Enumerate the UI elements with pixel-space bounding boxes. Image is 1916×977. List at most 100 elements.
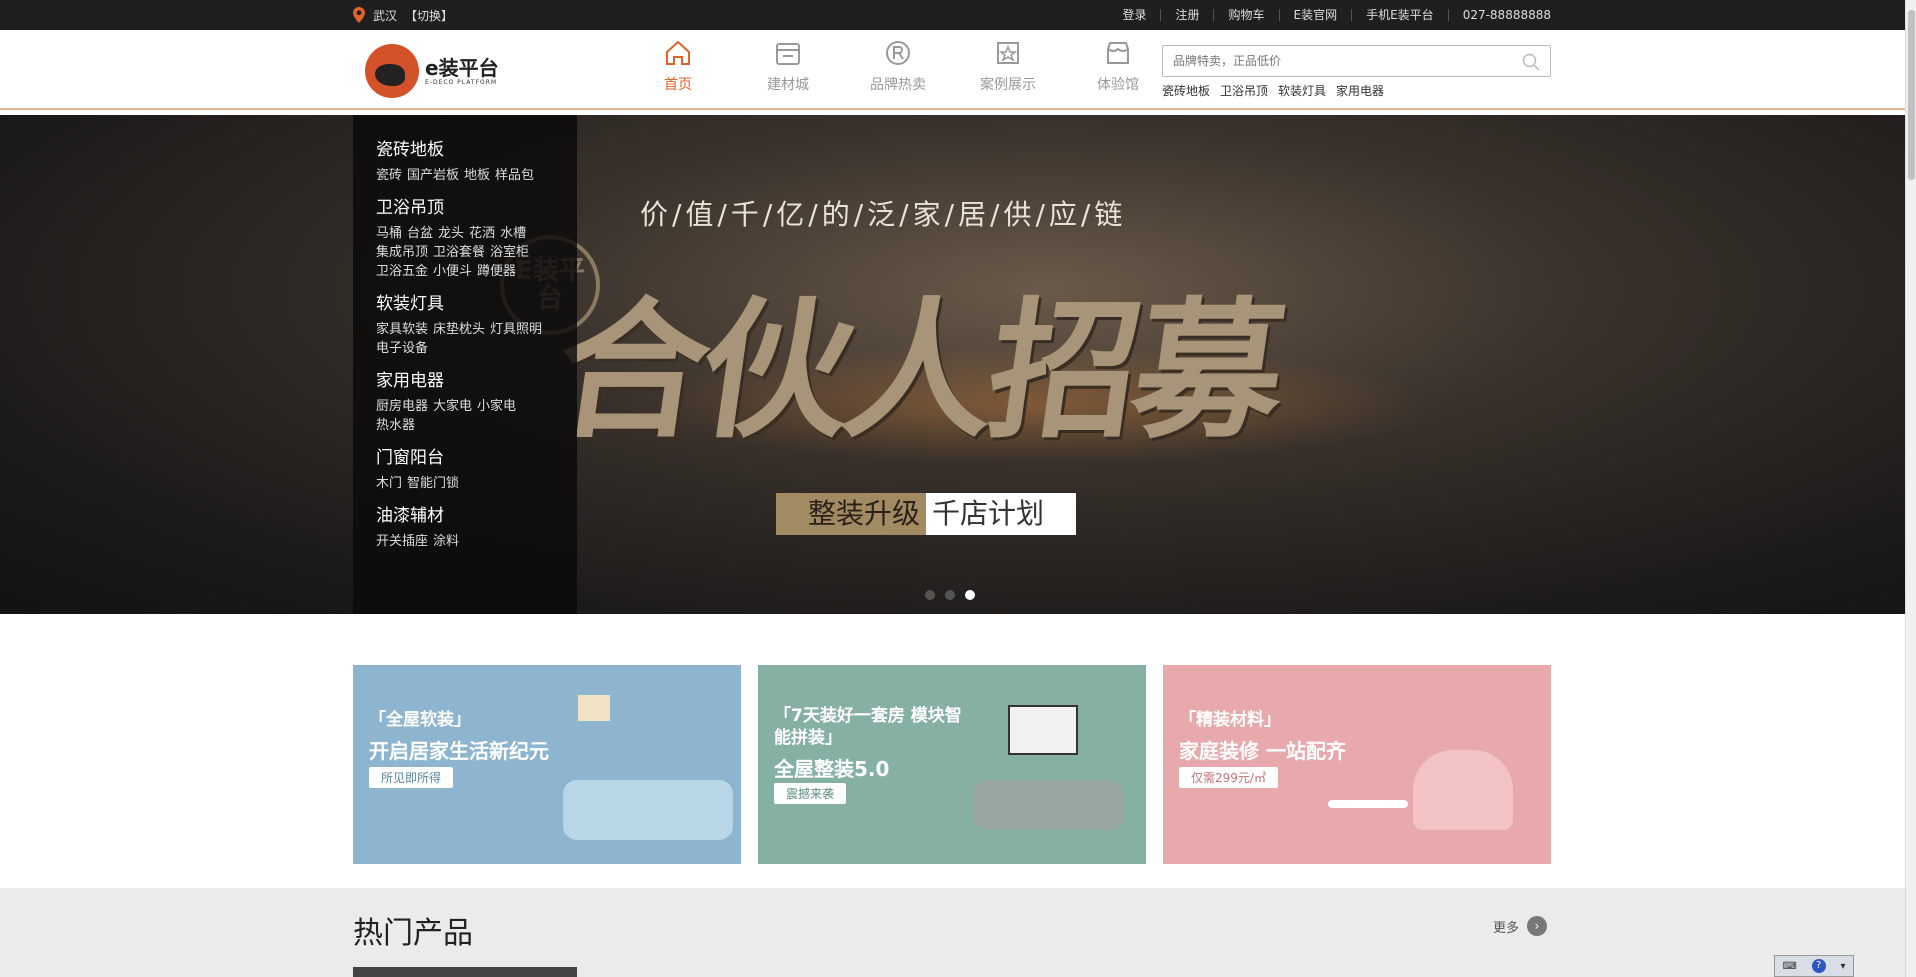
category-subitem[interactable]: 木门 <box>376 474 402 493</box>
register-link[interactable]: 注册 <box>1160 9 1213 21</box>
category-subitem[interactable]: 样品包 <box>495 166 534 185</box>
nav-item-brand[interactable]: 品牌热卖 <box>843 38 953 94</box>
hot-products-section: 热门产品 更多 › <box>0 888 1905 977</box>
scrollbar-thumb[interactable] <box>1908 10 1915 180</box>
promo-title: 「精装材料」 <box>1179 710 1281 730</box>
category-group: 家用电器厨房电器 大家电 小家电热水器 <box>376 366 577 435</box>
search-icon[interactable] <box>1522 53 1540 71</box>
hotword-link[interactable]: 软装灯具 <box>1278 82 1326 99</box>
top-bar: 武汉 【切换】 登录 注册 购物车 E装官网 手机E装平台 027-888888… <box>0 0 1905 30</box>
star-frame-icon <box>997 42 1019 64</box>
page-scrollbar[interactable] <box>1905 0 1916 977</box>
keyboard-icon[interactable]: ⌨ <box>1782 961 1796 972</box>
category-subitem[interactable]: 花洒 <box>469 224 495 243</box>
logo-sub: E-DECO PLATFORM <box>425 78 498 86</box>
hotword-link[interactable]: 家用电器 <box>1336 82 1384 99</box>
lamp-illustration <box>578 695 610 721</box>
category-group: 油漆辅材开关插座 涂料 <box>376 501 577 551</box>
category-subitems: 木门 智能门锁 <box>376 474 561 493</box>
promo-card-soft-furnishing[interactable]: 「全屋软装」 开启居家生活新纪元 所见即所得 <box>353 665 741 864</box>
system-tray: ⌨ ? ▾ <box>1774 955 1854 977</box>
armchair-illustration <box>1413 750 1513 830</box>
promo-title: 「全屋软装」 <box>369 710 471 730</box>
banner-tag-a: 整装升级 <box>776 493 927 535</box>
location-selector[interactable]: 武汉 【切换】 <box>353 0 453 30</box>
location-switch-link[interactable]: 【切换】 <box>405 7 453 24</box>
promo-card-full-decoration[interactable]: 「7天装好一套房 模块智能拼装」 全屋整装5.0 震撼来袭 <box>758 665 1146 864</box>
table-illustration <box>1328 800 1408 808</box>
category-subitem[interactable]: 开关插座 <box>376 532 428 551</box>
category-subitem[interactable]: 小便斗 <box>433 262 472 281</box>
category-subitem[interactable]: 国产岩板 <box>407 166 459 185</box>
nav-item-experience[interactable]: 体验馆 <box>1063 38 1173 94</box>
category-subitem[interactable]: 涂料 <box>433 532 459 551</box>
category-title[interactable]: 家用电器 <box>376 366 577 391</box>
category-subitem[interactable]: 蹲便器 <box>477 262 516 281</box>
category-subitem[interactable]: 家具软装 <box>376 320 428 339</box>
promo-subtitle: 家庭装修 一站配齐 <box>1179 739 1346 763</box>
category-subitem[interactable]: 瓷砖 <box>376 166 402 185</box>
hotword-link[interactable]: 瓷砖地板 <box>1162 82 1210 99</box>
nav-label: 体验馆 <box>1097 77 1139 93</box>
top-links: 登录 注册 购物车 E装官网 手机E装平台 027-88888888 <box>1108 0 1551 30</box>
category-subitem[interactable]: 卫浴五金 <box>376 262 428 281</box>
logo[interactable]: e装平台 E-DECO PLATFORM <box>365 44 499 98</box>
category-group: 瓷砖地板瓷砖 国产岩板 地板 样品包 <box>376 135 577 185</box>
category-title[interactable]: 卫浴吊顶 <box>376 193 577 218</box>
hot-search-words: 瓷砖地板 卫浴吊顶 软装灯具 家用电器 <box>1162 82 1384 99</box>
category-subitem[interactable]: 马桶 <box>376 224 402 243</box>
chevron-down-icon[interactable]: ▾ <box>1841 961 1846 972</box>
category-subitems: 家具软装 床垫枕头 灯具照明电子设备 <box>376 320 561 358</box>
category-title[interactable]: 门窗阳台 <box>376 443 577 468</box>
promo-pill: 仅需299元/㎡ <box>1179 767 1278 788</box>
category-subitem[interactable]: 厨房电器 <box>376 397 428 416</box>
category-subitem[interactable]: 水槽 <box>500 224 526 243</box>
category-subitem[interactable]: 地板 <box>464 166 490 185</box>
mobile-site-link[interactable]: 手机E装平台 <box>1351 9 1448 21</box>
carousel-dot-active[interactable] <box>965 590 975 600</box>
product-thumbnail[interactable] <box>353 967 577 977</box>
nav-label: 案例展示 <box>980 77 1036 93</box>
category-subitem[interactable]: 热水器 <box>376 416 415 435</box>
category-title[interactable]: 软装灯具 <box>376 289 577 314</box>
category-title[interactable]: 瓷砖地板 <box>376 135 577 160</box>
search-input[interactable] <box>1163 46 1503 76</box>
nav-item-cases[interactable]: 案例展示 <box>953 38 1063 94</box>
promo-subtitle: 全屋整装5.0 <box>774 757 890 781</box>
cart-link[interactable]: 购物车 <box>1213 9 1278 21</box>
category-subitem[interactable]: 小家电 <box>477 397 516 416</box>
carousel-dot[interactable] <box>945 590 955 600</box>
header: e装平台 E-DECO PLATFORM 首页 建材城 品牌热卖 案例展示 体验… <box>0 30 1905 110</box>
more-link[interactable]: 更多 › <box>1493 916 1548 936</box>
section-title: 热门产品 <box>353 916 473 951</box>
category-subitem[interactable]: 灯具照明 <box>490 320 542 339</box>
carousel-dot[interactable] <box>925 590 935 600</box>
carousel-dots <box>925 590 975 600</box>
hero-banner[interactable]: 价/值/千/亿/的/泛/家/居/供/应/链 E装平台 合伙人招募 整装升级 千店… <box>0 115 1905 614</box>
category-subitems: 开关插座 涂料 <box>376 532 561 551</box>
official-site-link[interactable]: E装官网 <box>1278 9 1352 21</box>
category-subitem[interactable]: 智能门锁 <box>407 474 459 493</box>
help-icon[interactable]: ? <box>1811 959 1826 973</box>
category-subitem[interactable]: 台盆 <box>407 224 433 243</box>
category-title[interactable]: 油漆辅材 <box>376 501 577 526</box>
category-subitem[interactable]: 床垫枕头 <box>433 320 485 339</box>
category-subitem[interactable]: 电子设备 <box>376 339 428 358</box>
category-subitem[interactable]: 龙头 <box>438 224 464 243</box>
category-group: 卫浴吊顶马桶 台盆 龙头 花洒 水槽集成吊顶 卫浴套餐 浴室柜卫浴五金 小便斗 蹲便器 <box>376 193 577 281</box>
promo-card-materials[interactable]: 「精装材料」 家庭装修 一站配齐 仅需299元/㎡ <box>1163 665 1551 864</box>
main-nav: 首页 建材城 品牌热卖 案例展示 体验馆 <box>623 38 1173 94</box>
category-subitem[interactable]: 大家电 <box>433 397 472 416</box>
nav-item-store[interactable]: 建材城 <box>733 38 843 94</box>
hotword-link[interactable]: 卫浴吊顶 <box>1220 82 1268 99</box>
registered-icon <box>886 41 910 65</box>
category-subitem[interactable]: 集成吊顶 <box>376 243 428 262</box>
category-subitem[interactable]: 卫浴套餐 <box>433 243 485 262</box>
nav-label: 建材城 <box>767 77 809 93</box>
login-link[interactable]: 登录 <box>1108 9 1160 21</box>
banner-slogan: 价/值/千/亿/的/泛/家/居/供/应/链 <box>640 198 1127 231</box>
nav-item-home[interactable]: 首页 <box>623 38 733 94</box>
category-subitem[interactable]: 浴室柜 <box>490 243 529 262</box>
logo-mark-icon <box>365 44 419 98</box>
logo-name: e装平台 <box>425 55 499 80</box>
